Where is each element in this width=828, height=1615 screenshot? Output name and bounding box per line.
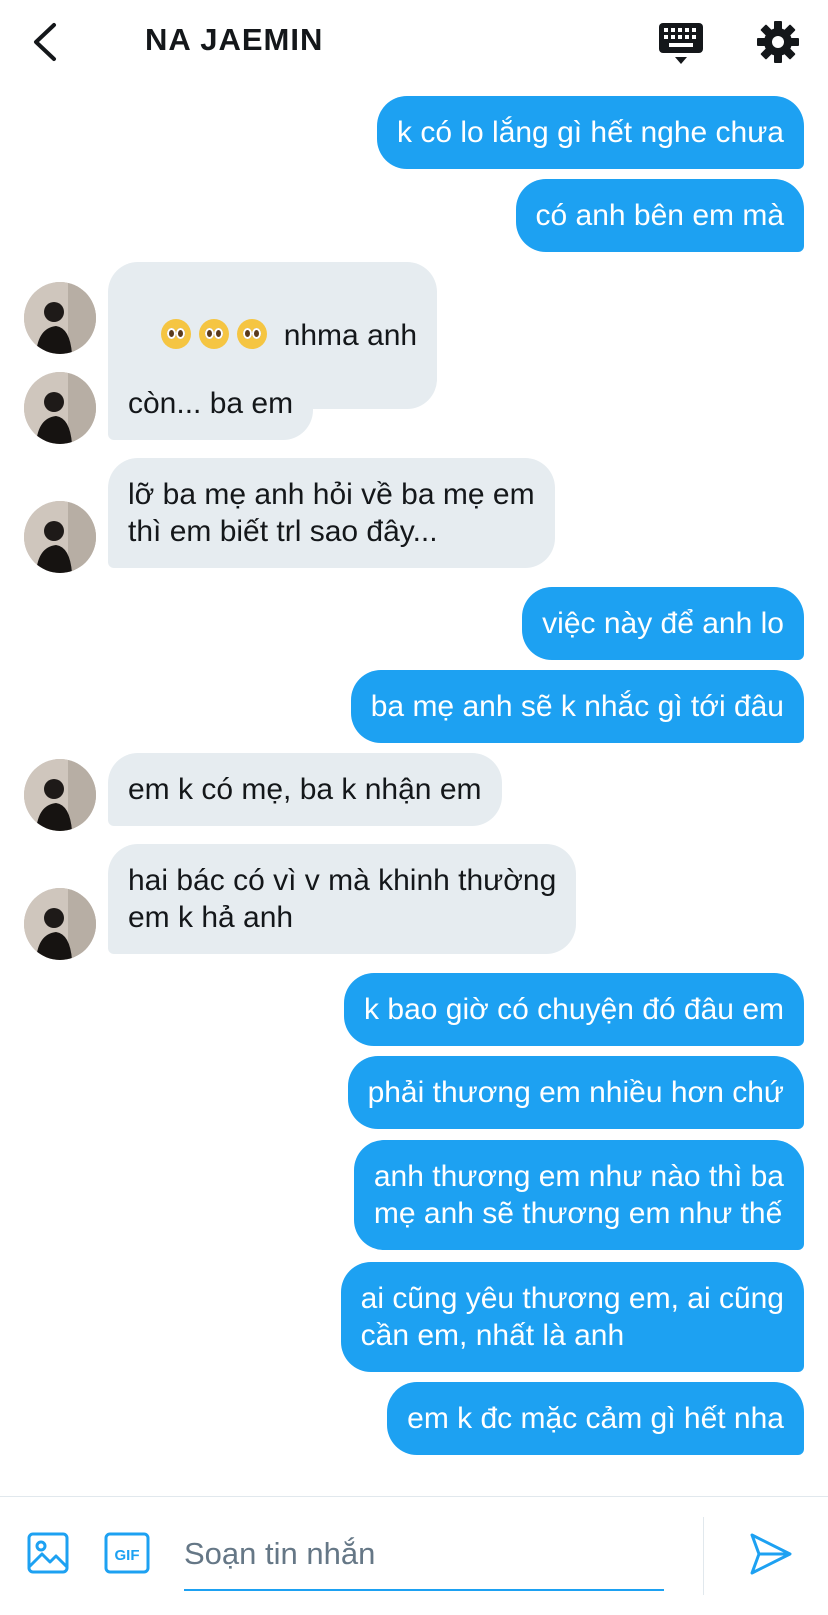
sent-message[interactable]: em k đc mặc cảm gì hết nha — [387, 1382, 804, 1455]
message-composer: GIF — [0, 1496, 828, 1615]
avatar[interactable] — [24, 759, 96, 831]
received-message[interactable]: lỡ ba mẹ anh hỏi về ba mẹ em thì em biết… — [108, 458, 555, 568]
sent-message[interactable]: ba mẹ anh sẽ k nhắc gì tới đâu — [350, 670, 804, 743]
message-input[interactable] — [184, 1519, 664, 1591]
settings-gear-icon[interactable] — [756, 20, 800, 64]
avatar[interactable] — [24, 372, 96, 444]
message-thread[interactable]: k có lo lắng gì hết nghe chưa có anh bên… — [0, 84, 828, 1496]
gif-icon[interactable]: GIF — [104, 1531, 150, 1575]
pleading-face-emoji-icon — [199, 319, 230, 349]
gif-label: GIF — [115, 1547, 140, 1564]
back-chevron-icon[interactable] — [28, 22, 64, 62]
conversation-header: NA JAEMIN — [0, 0, 828, 84]
profile-photo-icon — [24, 759, 96, 831]
keyboard-icon[interactable] — [658, 20, 704, 66]
sent-message[interactable]: việc này để anh lo — [522, 587, 804, 660]
composer-divider — [703, 1517, 704, 1595]
message-text: nhma anh — [283, 319, 418, 352]
conversation-title: NA JAEMIN — [145, 22, 324, 57]
pleading-face-emoji-icon — [237, 319, 268, 349]
profile-photo-icon — [24, 282, 96, 354]
sent-message[interactable]: phải thương em nhiều hơn chứ — [347, 1056, 804, 1129]
profile-photo-icon — [24, 372, 96, 444]
avatar[interactable] — [24, 888, 96, 960]
avatar[interactable] — [24, 282, 96, 354]
profile-photo-icon — [24, 888, 96, 960]
received-message[interactable]: còn... ba em — [108, 367, 314, 440]
image-icon[interactable] — [26, 1531, 70, 1575]
received-message[interactable]: hai bác có vì v mà khinh thường em k hả … — [108, 844, 577, 954]
avatar[interactable] — [24, 501, 96, 573]
sent-message[interactable]: anh thương em như nào thì ba mẹ anh sẽ t… — [353, 1140, 804, 1250]
sent-message[interactable]: k có lo lắng gì hết nghe chưa — [376, 96, 804, 169]
sent-message[interactable]: k bao giờ có chuyện đó đâu em — [344, 973, 804, 1046]
send-icon[interactable] — [748, 1531, 794, 1577]
sent-message[interactable]: có anh bên em mà — [515, 179, 804, 252]
pleading-face-emoji-icon — [161, 319, 192, 349]
received-message[interactable]: em k có mẹ, ba k nhận em — [108, 753, 502, 826]
sent-message[interactable]: ai cũng yêu thương em, ai cũng cần em, n… — [340, 1262, 804, 1372]
profile-photo-icon — [24, 501, 96, 573]
